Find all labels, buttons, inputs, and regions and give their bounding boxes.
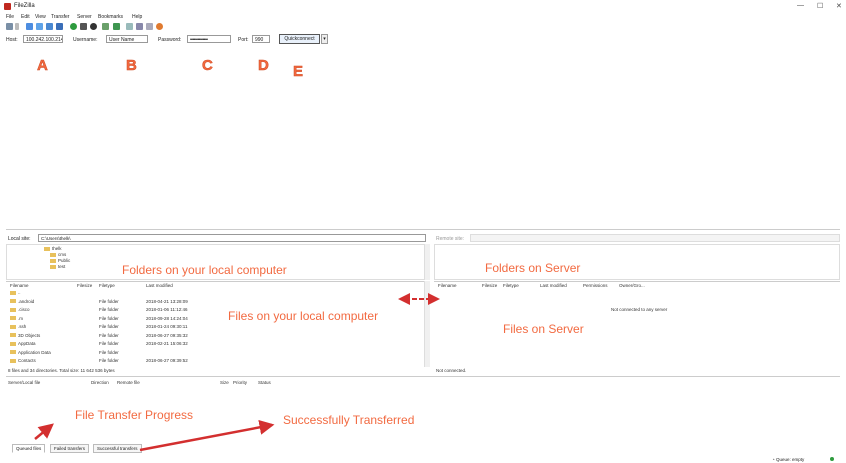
annotation-arrows — [34, 293, 440, 452]
success-arrow — [139, 419, 275, 452]
progress-arrow — [34, 423, 54, 440]
